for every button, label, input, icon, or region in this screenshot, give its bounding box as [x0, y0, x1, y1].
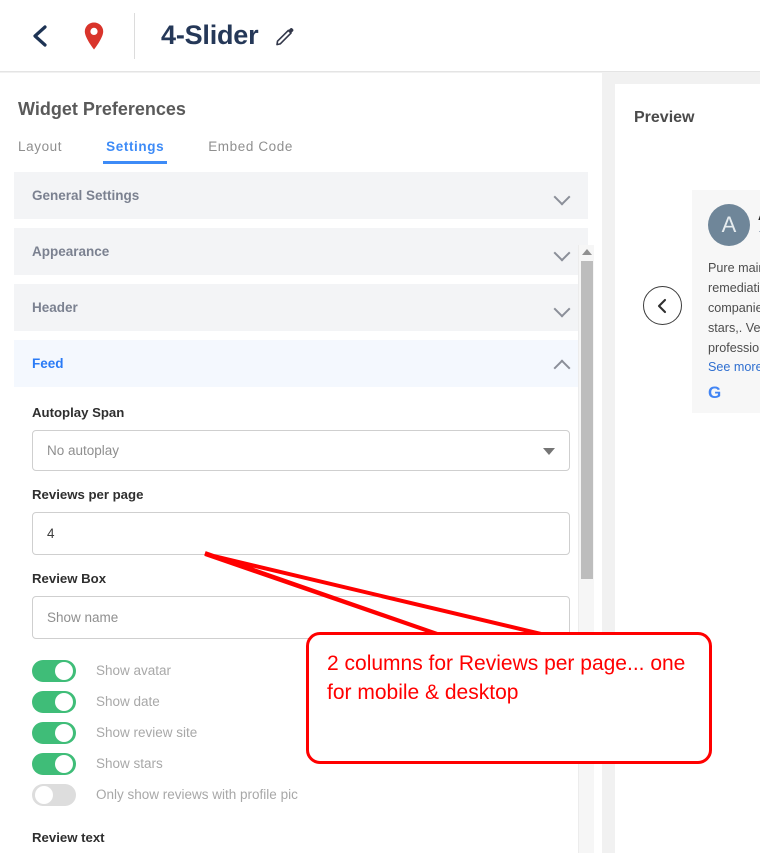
preview-review-card: A A ★ Pure main remediati companie stars…: [692, 190, 760, 413]
back-button[interactable]: [18, 14, 62, 58]
toggle-show-date[interactable]: [32, 690, 76, 713]
review-text-line-1: Pure main: [708, 261, 760, 275]
toggle-knob: [35, 785, 53, 804]
toggle-show-stars[interactable]: [32, 752, 76, 775]
toggle-show-review-site[interactable]: [32, 721, 76, 744]
toggle-only-profile-pic-label: Only show reviews with profile pic: [96, 787, 298, 802]
toggle-only-show-reviews-with-profile-pic[interactable]: [32, 783, 76, 806]
scroll-up-triangle: [582, 249, 592, 255]
map-pin-icon: [84, 22, 104, 49]
review-text-line-4: stars,. Ver: [708, 321, 760, 335]
accordion-general-settings-label: General Settings: [32, 188, 140, 203]
tab-embed-code[interactable]: Embed Code: [208, 139, 293, 164]
autoplay-span-label: Autoplay Span: [32, 405, 125, 420]
accordion-general-settings[interactable]: General Settings: [14, 172, 588, 219]
google-logo-icon: G: [708, 383, 722, 402]
chevron-left-icon: [657, 298, 667, 313]
reviews-per-page-input[interactable]: 4: [32, 512, 570, 555]
field-review-box: Review Box Show name: [32, 571, 570, 639]
review-card-header: A A ★: [708, 204, 760, 246]
chevron-left-icon: [33, 24, 47, 47]
autoplay-span-select[interactable]: No autoplay: [32, 430, 570, 471]
feed-settings-body: Autoplay Span No autoplay Reviews per pa…: [14, 387, 588, 849]
toggle-show-avatar[interactable]: [32, 659, 76, 682]
edit-title-button[interactable]: [272, 23, 298, 49]
accordion-appearance-label: Appearance: [32, 244, 110, 259]
toggle-show-avatar-label: Show avatar: [96, 663, 172, 678]
settings-tabs: Layout Settings Embed Code: [18, 139, 293, 164]
accordion-feed-label: Feed: [32, 356, 64, 371]
toggle-show-stars-label: Show stars: [96, 756, 163, 771]
tab-layout[interactable]: Layout: [18, 139, 62, 164]
annotation-callout: 2 columns for Reviews per page... one fo…: [306, 632, 712, 764]
dropdown-caret-icon: [543, 447, 555, 455]
chevron-down-icon: [554, 191, 570, 201]
accordion-header[interactable]: Header: [14, 284, 588, 331]
scrollbar-thumb[interactable]: [581, 261, 593, 579]
preview-heading: Preview: [634, 109, 695, 126]
preview-prev-button[interactable]: [643, 286, 682, 325]
review-box-value: Show name: [47, 610, 119, 625]
accordion-header-label: Header: [32, 300, 78, 315]
autoplay-span-value: No autoplay: [47, 443, 120, 458]
pencil-icon: [276, 27, 294, 45]
app-root: 4-Slider Widget Preferences Layout Setti…: [0, 0, 760, 853]
panel-heading: Widget Preferences: [18, 99, 186, 119]
review-text-line-3: companie: [708, 301, 760, 315]
toggle-knob: [55, 692, 73, 711]
toggle-show-review-site-label: Show review site: [96, 725, 198, 740]
review-text-label: Review text: [32, 830, 105, 845]
see-more-link[interactable]: See more: [708, 360, 760, 374]
field-autoplay-span: Autoplay Span No autoplay: [32, 405, 570, 471]
accordion-feed[interactable]: Feed: [14, 340, 588, 387]
chevron-up-icon: [554, 359, 570, 369]
toggle-row-only-profile-pic: Only show reviews with profile pic: [32, 779, 570, 810]
review-box-label: Review Box: [32, 571, 107, 586]
reviews-per-page-label: Reviews per page: [32, 487, 144, 502]
avatar: A: [708, 204, 750, 246]
toggle-knob: [55, 723, 73, 742]
tab-settings[interactable]: Settings: [103, 139, 168, 164]
toolbar-divider: [134, 12, 135, 59]
scroll-up-arrow-icon[interactable]: [579, 245, 595, 259]
toggle-knob: [55, 754, 73, 773]
reviews-per-page-value: 4: [47, 526, 55, 541]
chevron-down-icon: [554, 303, 570, 313]
page-title: 4-Slider: [161, 20, 259, 50]
annotation-callout-text: 2 columns for Reviews per page... one fo…: [327, 652, 686, 704]
review-text-line-5: professio: [708, 341, 760, 355]
chevron-down-icon: [554, 247, 570, 257]
field-reviews-per-page: Reviews per page 4: [32, 487, 570, 555]
accordion-appearance[interactable]: Appearance: [14, 228, 588, 275]
toggle-knob: [55, 661, 73, 680]
map-pin-button[interactable]: [72, 14, 116, 58]
top-bar: 4-Slider: [0, 0, 760, 72]
toggle-show-date-label: Show date: [96, 694, 160, 709]
review-text-line-2: remediati: [708, 281, 760, 295]
